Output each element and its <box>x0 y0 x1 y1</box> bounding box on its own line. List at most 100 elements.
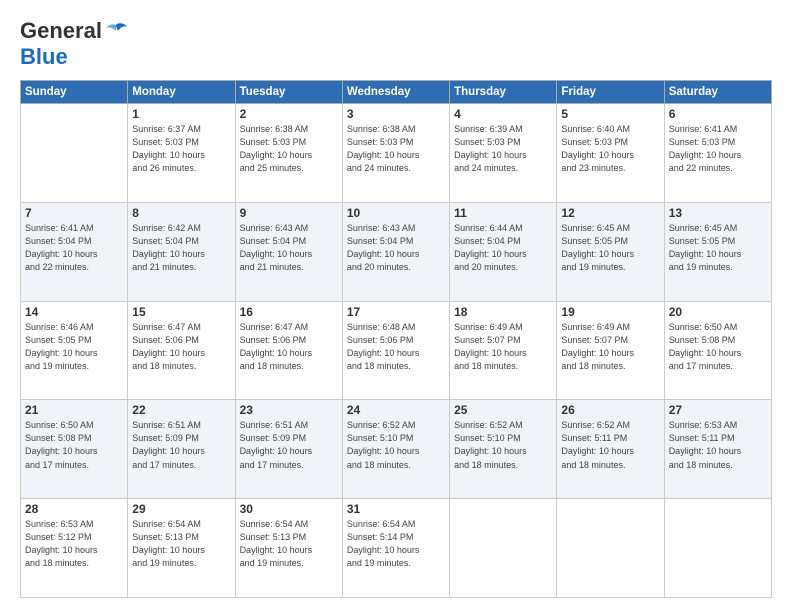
logo-bird-icon <box>104 21 128 41</box>
calendar-cell: 29Sunrise: 6:54 AMSunset: 5:13 PMDayligh… <box>128 499 235 598</box>
calendar-cell <box>450 499 557 598</box>
day-number: 22 <box>132 403 230 417</box>
day-number: 6 <box>669 107 767 121</box>
calendar-cell: 26Sunrise: 6:52 AMSunset: 5:11 PMDayligh… <box>557 400 664 499</box>
page: General Blue SundayMondayTuesdayWednesda… <box>0 0 792 612</box>
day-number: 2 <box>240 107 338 121</box>
day-info: Sunrise: 6:52 AMSunset: 5:10 PMDaylight:… <box>454 419 552 471</box>
day-info: Sunrise: 6:37 AMSunset: 5:03 PMDaylight:… <box>132 123 230 175</box>
day-info: Sunrise: 6:43 AMSunset: 5:04 PMDaylight:… <box>347 222 445 274</box>
weekday-header-sunday: Sunday <box>21 81 128 104</box>
day-number: 3 <box>347 107 445 121</box>
day-number: 16 <box>240 305 338 319</box>
calendar-table: SundayMondayTuesdayWednesdayThursdayFrid… <box>20 80 772 598</box>
day-info: Sunrise: 6:39 AMSunset: 5:03 PMDaylight:… <box>454 123 552 175</box>
day-info: Sunrise: 6:41 AMSunset: 5:03 PMDaylight:… <box>669 123 767 175</box>
calendar-cell: 12 Sunrise: 6:45 AMSunset: 5:05 PMDayligh… <box>557 202 664 301</box>
calendar-cell: 24Sunrise: 6:52 AMSunset: 5:10 PMDayligh… <box>342 400 449 499</box>
calendar-cell <box>21 104 128 203</box>
calendar-cell: 13 Sunrise: 6:45 AMSunset: 5:05 PMDayligh… <box>664 202 771 301</box>
calendar-cell: 7 Sunrise: 6:41 AMSunset: 5:04 PMDaylight… <box>21 202 128 301</box>
day-info: Sunrise: 6:54 AMSunset: 5:14 PMDaylight:… <box>347 518 445 570</box>
calendar-week-row: 1 Sunrise: 6:37 AMSunset: 5:03 PMDaylight… <box>21 104 772 203</box>
day-info: Sunrise: 6:46 AMSunset: 5:05 PMDaylight:… <box>25 321 123 373</box>
calendar-cell <box>664 499 771 598</box>
calendar-cell: 27Sunrise: 6:53 AMSunset: 5:11 PMDayligh… <box>664 400 771 499</box>
day-number: 5 <box>561 107 659 121</box>
day-number: 9 <box>240 206 338 220</box>
weekday-header-tuesday: Tuesday <box>235 81 342 104</box>
day-info: Sunrise: 6:41 AMSunset: 5:04 PMDaylight:… <box>25 222 123 274</box>
calendar-week-row: 14 Sunrise: 6:46 AMSunset: 5:05 PMDayligh… <box>21 301 772 400</box>
day-info: Sunrise: 6:47 AMSunset: 5:06 PMDaylight:… <box>132 321 230 373</box>
calendar-cell: 1 Sunrise: 6:37 AMSunset: 5:03 PMDaylight… <box>128 104 235 203</box>
day-number: 4 <box>454 107 552 121</box>
day-info: Sunrise: 6:54 AMSunset: 5:13 PMDaylight:… <box>240 518 338 570</box>
calendar-cell: 28Sunrise: 6:53 AMSunset: 5:12 PMDayligh… <box>21 499 128 598</box>
day-number: 19 <box>561 305 659 319</box>
calendar-cell: 8Sunrise: 6:42 AMSunset: 5:04 PMDaylight… <box>128 202 235 301</box>
calendar-cell: 30 Sunrise: 6:54 AMSunset: 5:13 PMDayligh… <box>235 499 342 598</box>
calendar-week-row: 28Sunrise: 6:53 AMSunset: 5:12 PMDayligh… <box>21 499 772 598</box>
day-number: 18 <box>454 305 552 319</box>
logo: General Blue <box>20 18 128 70</box>
header: General Blue <box>20 18 772 70</box>
day-number: 30 <box>240 502 338 516</box>
weekday-header-friday: Friday <box>557 81 664 104</box>
day-info: Sunrise: 6:38 AMSunset: 5:03 PMDaylight:… <box>240 123 338 175</box>
calendar-cell: 17Sunrise: 6:48 AMSunset: 5:06 PMDayligh… <box>342 301 449 400</box>
calendar-cell <box>557 499 664 598</box>
calendar-cell: 22 Sunrise: 6:51 AMSunset: 5:09 PMDayligh… <box>128 400 235 499</box>
day-info: Sunrise: 6:52 AMSunset: 5:10 PMDaylight:… <box>347 419 445 471</box>
calendar-cell: 9 Sunrise: 6:43 AMSunset: 5:04 PMDaylight… <box>235 202 342 301</box>
calendar-cell: 10 Sunrise: 6:43 AMSunset: 5:04 PMDayligh… <box>342 202 449 301</box>
day-info: Sunrise: 6:40 AMSunset: 5:03 PMDaylight:… <box>561 123 659 175</box>
calendar-cell: 11Sunrise: 6:44 AMSunset: 5:04 PMDayligh… <box>450 202 557 301</box>
calendar-cell: 23Sunrise: 6:51 AMSunset: 5:09 PMDayligh… <box>235 400 342 499</box>
weekday-header-thursday: Thursday <box>450 81 557 104</box>
calendar-cell: 2 Sunrise: 6:38 AMSunset: 5:03 PMDaylight… <box>235 104 342 203</box>
calendar-cell: 31 Sunrise: 6:54 AMSunset: 5:14 PMDayligh… <box>342 499 449 598</box>
calendar-cell: 16Sunrise: 6:47 AMSunset: 5:06 PMDayligh… <box>235 301 342 400</box>
day-info: Sunrise: 6:44 AMSunset: 5:04 PMDaylight:… <box>454 222 552 274</box>
day-number: 28 <box>25 502 123 516</box>
calendar-week-row: 21Sunrise: 6:50 AMSunset: 5:08 PMDayligh… <box>21 400 772 499</box>
calendar-cell: 21Sunrise: 6:50 AMSunset: 5:08 PMDayligh… <box>21 400 128 499</box>
day-info: Sunrise: 6:45 AMSunset: 5:05 PMDaylight:… <box>561 222 659 274</box>
day-number: 15 <box>132 305 230 319</box>
day-number: 31 <box>347 502 445 516</box>
calendar-cell: 3 Sunrise: 6:38 AMSunset: 5:03 PMDaylight… <box>342 104 449 203</box>
logo-general-text: General <box>20 18 102 44</box>
calendar-cell: 18 Sunrise: 6:49 AMSunset: 5:07 PMDayligh… <box>450 301 557 400</box>
day-number: 14 <box>25 305 123 319</box>
calendar-cell: 5 Sunrise: 6:40 AMSunset: 5:03 PMDaylight… <box>557 104 664 203</box>
calendar-cell: 15 Sunrise: 6:47 AMSunset: 5:06 PMDayligh… <box>128 301 235 400</box>
day-info: Sunrise: 6:42 AMSunset: 5:04 PMDaylight:… <box>132 222 230 274</box>
logo-blue-text: Blue <box>20 44 68 69</box>
weekday-header-wednesday: Wednesday <box>342 81 449 104</box>
weekday-header-monday: Monday <box>128 81 235 104</box>
day-info: Sunrise: 6:45 AMSunset: 5:05 PMDaylight:… <box>669 222 767 274</box>
day-info: Sunrise: 6:51 AMSunset: 5:09 PMDaylight:… <box>132 419 230 471</box>
day-info: Sunrise: 6:43 AMSunset: 5:04 PMDaylight:… <box>240 222 338 274</box>
day-number: 7 <box>25 206 123 220</box>
calendar-cell: 14 Sunrise: 6:46 AMSunset: 5:05 PMDayligh… <box>21 301 128 400</box>
day-number: 12 <box>561 206 659 220</box>
day-info: Sunrise: 6:50 AMSunset: 5:08 PMDaylight:… <box>25 419 123 471</box>
day-number: 1 <box>132 107 230 121</box>
weekday-header-saturday: Saturday <box>664 81 771 104</box>
day-number: 10 <box>347 206 445 220</box>
calendar-cell: 25Sunrise: 6:52 AMSunset: 5:10 PMDayligh… <box>450 400 557 499</box>
day-info: Sunrise: 6:38 AMSunset: 5:03 PMDaylight:… <box>347 123 445 175</box>
day-info: Sunrise: 6:49 AMSunset: 5:07 PMDaylight:… <box>561 321 659 373</box>
calendar-cell: 19 Sunrise: 6:49 AMSunset: 5:07 PMDayligh… <box>557 301 664 400</box>
day-number: 13 <box>669 206 767 220</box>
calendar-cell: 4 Sunrise: 6:39 AMSunset: 5:03 PMDaylight… <box>450 104 557 203</box>
day-info: Sunrise: 6:49 AMSunset: 5:07 PMDaylight:… <box>454 321 552 373</box>
day-number: 27 <box>669 403 767 417</box>
calendar-week-row: 7 Sunrise: 6:41 AMSunset: 5:04 PMDaylight… <box>21 202 772 301</box>
day-info: Sunrise: 6:48 AMSunset: 5:06 PMDaylight:… <box>347 321 445 373</box>
day-info: Sunrise: 6:50 AMSunset: 5:08 PMDaylight:… <box>669 321 767 373</box>
day-info: Sunrise: 6:51 AMSunset: 5:09 PMDaylight:… <box>240 419 338 471</box>
day-number: 20 <box>669 305 767 319</box>
